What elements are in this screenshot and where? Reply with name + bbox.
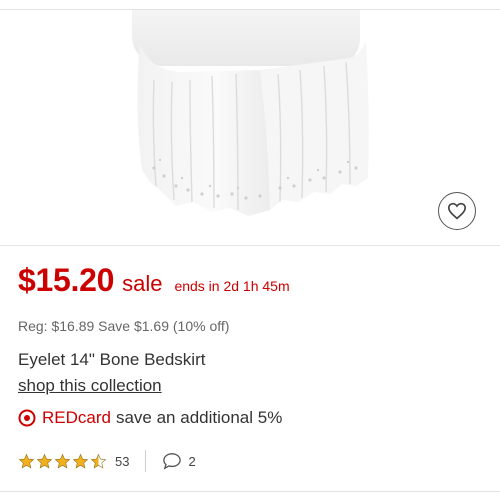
bedskirt-illustration bbox=[132, 10, 369, 216]
star-half-icon bbox=[90, 453, 107, 468]
section-divider bbox=[0, 245, 500, 246]
shop-collection-link[interactable]: shop this collection bbox=[18, 376, 162, 396]
star-full-icon bbox=[54, 453, 71, 468]
redcard-offer-text: save an additional 5% bbox=[115, 408, 283, 427]
speech-bubble-icon[interactable] bbox=[162, 452, 182, 470]
target-bullseye-icon bbox=[18, 409, 36, 427]
star-full-icon bbox=[36, 453, 53, 468]
questions-count[interactable]: 2 bbox=[188, 454, 195, 469]
product-title: Eyelet 14" Bone Bedskirt bbox=[18, 350, 206, 369]
sale-price: $15.20 bbox=[18, 262, 115, 298]
star-full-icon bbox=[72, 453, 89, 468]
regular-price-info: Reg: $16.89 Save $1.69 (10% off) bbox=[18, 318, 230, 334]
price-row: $15.20 sale ends in 2d 1h 45m bbox=[18, 262, 290, 299]
wishlist-button[interactable] bbox=[438, 192, 476, 230]
review-count[interactable]: 53 bbox=[115, 454, 129, 469]
bottom-divider bbox=[0, 491, 500, 492]
product-image[interactable] bbox=[120, 10, 380, 232]
rating-separator bbox=[145, 450, 147, 472]
ratings-row[interactable]: 53 2 bbox=[18, 450, 196, 472]
star-rating[interactable] bbox=[18, 453, 108, 470]
sale-countdown: ends in 2d 1h 45m bbox=[174, 278, 290, 294]
heart-icon bbox=[447, 202, 467, 220]
redcard-offer[interactable]: REDcard save an additional 5% bbox=[18, 408, 282, 428]
sale-label: sale bbox=[122, 271, 163, 296]
star-full-icon bbox=[18, 453, 35, 468]
redcard-name: REDcard bbox=[42, 408, 111, 427]
